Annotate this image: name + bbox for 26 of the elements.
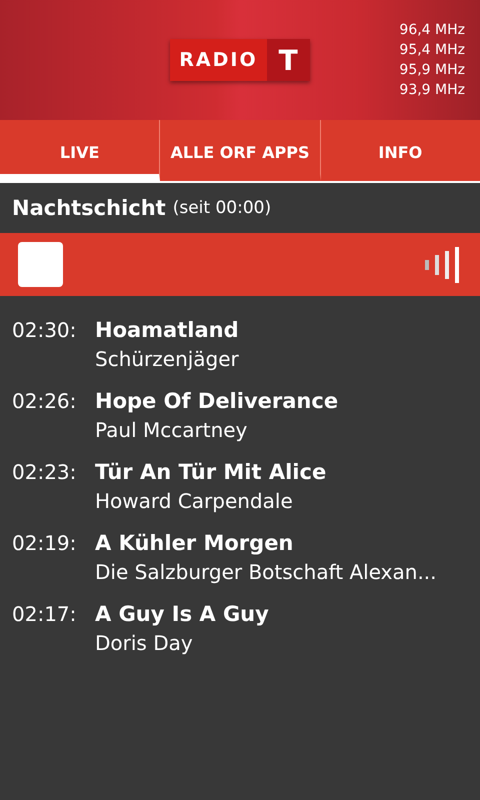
stop-button[interactable] bbox=[18, 242, 63, 287]
play-time: 02:19: bbox=[12, 530, 78, 557]
artist-name: Schürzenjäger bbox=[95, 346, 239, 373]
song-title: Hope Of Deliverance bbox=[95, 388, 338, 415]
song-title: A Kühler Morgen bbox=[95, 530, 294, 557]
signal-bars-icon bbox=[424, 246, 462, 284]
frequency: 93,9 MHz bbox=[399, 81, 465, 100]
play-time: 02:30: bbox=[12, 317, 78, 344]
artist-name: Doris Day bbox=[95, 630, 194, 657]
song-title: Tür An Tür Mit Alice bbox=[95, 459, 326, 486]
play-time: 02:23: bbox=[12, 459, 78, 486]
show-start-time: (seit 00:00) bbox=[172, 198, 272, 218]
play-time: 02:17: bbox=[12, 601, 78, 628]
artist-name: Howard Carpendale bbox=[95, 488, 294, 515]
song-title: A Guy Is A Guy bbox=[95, 601, 269, 628]
frequency: 95,4 MHz bbox=[399, 41, 465, 60]
show-title: Nachtschicht bbox=[12, 196, 166, 220]
song-title: Hoamatland bbox=[95, 317, 239, 344]
artist-name: Paul Mccartney bbox=[95, 417, 248, 444]
frequency: 96,4 MHz bbox=[399, 21, 465, 40]
tab[interactable]: LIVE bbox=[0, 120, 160, 181]
artist-name: Die Salzburger Botschaft Alexan... bbox=[95, 559, 437, 586]
play-time: 02:26: bbox=[12, 388, 78, 415]
frequency: 95,9 MHz bbox=[399, 61, 465, 80]
logo-letter: T bbox=[266, 39, 310, 81]
logo-word: RADIO bbox=[170, 39, 267, 81]
